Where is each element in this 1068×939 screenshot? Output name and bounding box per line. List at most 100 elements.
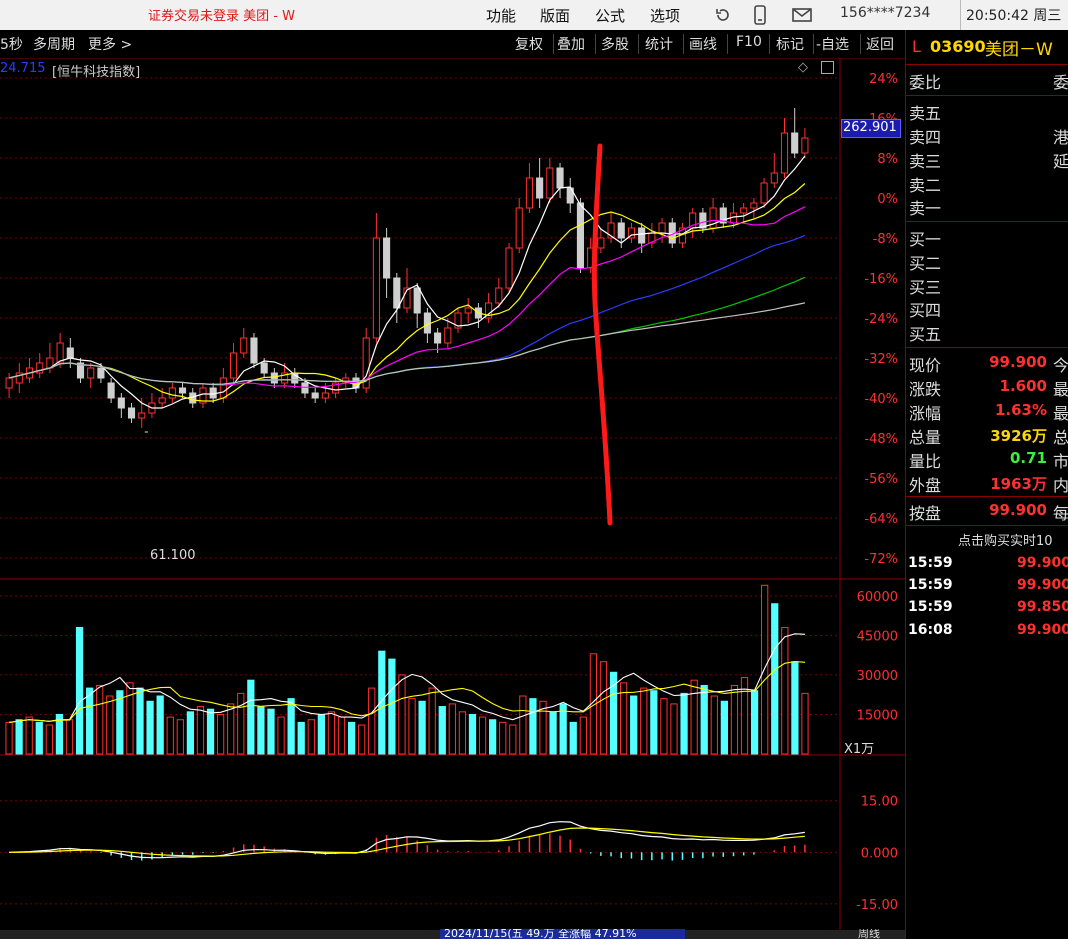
volume-bar bbox=[579, 716, 587, 755]
volume-tick-label: 15000 bbox=[857, 708, 898, 723]
volume-tick-label: 45000 bbox=[857, 629, 898, 644]
candle bbox=[617, 222, 625, 239]
volume-bar bbox=[277, 716, 285, 755]
volume-bar bbox=[337, 716, 346, 755]
candle bbox=[5, 377, 13, 389]
candle bbox=[168, 387, 176, 399]
toolbar-back[interactable]: 返回 bbox=[866, 34, 894, 54]
volume-bar bbox=[791, 661, 799, 755]
volume-bar bbox=[75, 626, 84, 755]
volume-bar bbox=[257, 706, 265, 755]
stock-prefix: L bbox=[912, 37, 921, 56]
volume-bar bbox=[196, 706, 205, 755]
volume-bar bbox=[388, 658, 396, 755]
volume-bar bbox=[509, 724, 517, 755]
quote-right-0: 今 bbox=[1053, 356, 1068, 375]
candle bbox=[107, 382, 115, 399]
volume-bar bbox=[317, 713, 325, 755]
toolbar-biaoji[interactable]: 标记 bbox=[776, 34, 804, 54]
toolbar-diejia[interactable]: 叠加 bbox=[557, 34, 585, 54]
last-price-badge-text: 262.901 bbox=[843, 120, 897, 135]
candle bbox=[536, 177, 544, 199]
bottom-tab-weekly[interactable]: 周线 bbox=[858, 929, 880, 939]
toolbar-duogu[interactable]: 多股 bbox=[601, 34, 629, 54]
volume-bar bbox=[327, 711, 336, 755]
volume-bar bbox=[237, 692, 245, 755]
volume-bar bbox=[478, 716, 487, 755]
volume-bar bbox=[599, 661, 608, 755]
webi-label: 委比 bbox=[909, 73, 942, 92]
toolbar-f10[interactable]: F10 bbox=[736, 34, 762, 50]
toolbar-more[interactable]: 更多 > bbox=[88, 34, 132, 54]
quote-right-1: 最 bbox=[1053, 380, 1068, 399]
volume-bar bbox=[569, 721, 577, 755]
volume-bar bbox=[116, 690, 124, 755]
window-toggle-icon[interactable] bbox=[821, 61, 834, 74]
volume-bar bbox=[45, 724, 53, 755]
candle bbox=[464, 307, 472, 314]
quote-value-4: 0.71 bbox=[1009, 449, 1047, 467]
buy-level-3: 买三 bbox=[909, 278, 942, 297]
stock-name[interactable]: 美团－W bbox=[985, 35, 1053, 60]
toolbar-zixuan[interactable]: -自选 bbox=[816, 34, 849, 54]
toolbar-huaxian[interactable]: 画线 bbox=[689, 34, 717, 54]
volume-bar bbox=[186, 711, 195, 755]
toolbar-multi-period[interactable]: 多周期 bbox=[33, 34, 75, 54]
sell-level-2: 卖二 bbox=[909, 176, 942, 195]
volume-bar bbox=[519, 695, 527, 755]
title-bar: 证券交易未登录 美团 - W 功能 版面 公式 选项 156****7234 2… bbox=[0, 0, 1068, 30]
candle bbox=[495, 287, 503, 304]
volume-bar bbox=[771, 603, 779, 755]
volume-bar bbox=[368, 687, 376, 755]
volume-bar bbox=[690, 679, 698, 755]
candle bbox=[546, 167, 554, 199]
volume-bar bbox=[710, 695, 718, 755]
y-tick-label: -32% bbox=[864, 352, 898, 367]
diamond-icon[interactable]: ◇ bbox=[798, 60, 808, 75]
candle bbox=[413, 287, 421, 314]
volume-bar bbox=[619, 682, 628, 755]
volume-bar bbox=[347, 721, 356, 755]
app-title: 证券交易未登录 美团 - W bbox=[148, 9, 295, 24]
user-account[interactable]: 156****7234 bbox=[840, 5, 930, 21]
volume-bar bbox=[499, 721, 507, 755]
volume-bar bbox=[146, 700, 154, 755]
toolbar-5sec[interactable]: 5秒 bbox=[0, 34, 23, 54]
menu-gongshi[interactable]: 公式 bbox=[595, 5, 625, 26]
candle bbox=[127, 407, 136, 419]
sell-level-3: 卖三 bbox=[909, 152, 942, 171]
volume-bar bbox=[700, 684, 708, 755]
volume-bar bbox=[660, 698, 668, 755]
volume-bar bbox=[468, 713, 477, 755]
volume-bar bbox=[670, 703, 678, 755]
tick-time-0: 15:59 bbox=[908, 555, 953, 571]
pan-right: 每 bbox=[1053, 504, 1068, 523]
stock-code[interactable]: 03690 bbox=[930, 37, 986, 56]
y-tick-label: -40% bbox=[864, 392, 898, 407]
candle bbox=[780, 132, 789, 174]
menu-gongneng[interactable]: 功能 bbox=[486, 5, 516, 26]
refresh-icon[interactable] bbox=[714, 6, 732, 24]
toolbar-tongji[interactable]: 统计 bbox=[645, 34, 673, 54]
mail-icon[interactable] bbox=[792, 7, 812, 23]
y-tick-label: 24% bbox=[869, 72, 898, 87]
kline-chart[interactable]: 24%16%8%0%-8%-16%-24%-32%-40%-48%-56%-64… bbox=[0, 58, 905, 930]
candle bbox=[301, 382, 309, 394]
menu-xuanxiang[interactable]: 选项 bbox=[650, 5, 680, 26]
sell-level-4: 卖四 bbox=[909, 128, 942, 147]
toolbar-fuquan[interactable]: 复权 bbox=[515, 34, 543, 54]
quote-right-2: 最 bbox=[1053, 404, 1068, 423]
menu-banmian[interactable]: 版面 bbox=[540, 5, 570, 26]
tick-price-3: 99.900 bbox=[1017, 622, 1068, 638]
volume-bar bbox=[398, 674, 406, 755]
candle bbox=[525, 177, 533, 209]
candle bbox=[699, 212, 707, 229]
volume-bar bbox=[267, 708, 275, 755]
y-tick-label: -16% bbox=[864, 272, 898, 287]
candle bbox=[158, 397, 166, 404]
phone-icon[interactable] bbox=[752, 5, 768, 25]
side-note-yan: 延 bbox=[1053, 152, 1068, 171]
ticks-header[interactable]: 点击购买实时10 bbox=[958, 530, 1053, 549]
volume-bar bbox=[650, 690, 658, 755]
quote-right-4: 市 bbox=[1053, 452, 1068, 471]
